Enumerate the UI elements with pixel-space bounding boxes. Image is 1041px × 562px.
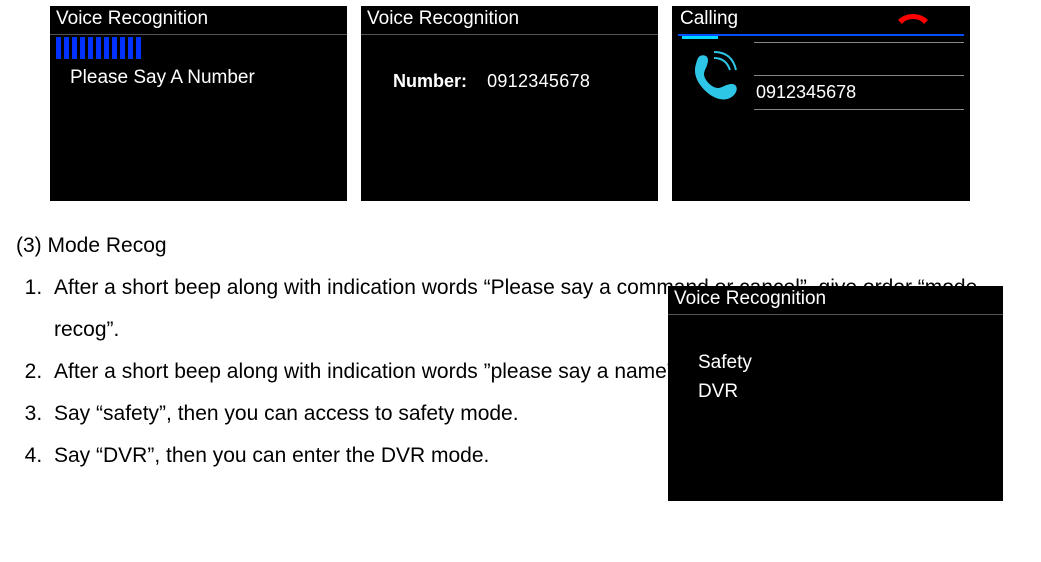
screen-title: Voice Recognition <box>668 286 1003 315</box>
mode-option-safety: Safety <box>698 349 1003 378</box>
number-value: 0912345678 <box>487 71 590 91</box>
calling-screen: Calling 0912345678 <box>672 6 970 201</box>
empty-field <box>754 114 964 138</box>
audio-level-meter-icon <box>56 37 141 59</box>
screenshot-row: Voice Recognition Please Say A Number Vo… <box>0 0 1041 201</box>
action-button[interactable] <box>754 146 804 174</box>
phone-icon <box>686 50 742 106</box>
voice-recognition-screen-mode: Voice Recognition Safety DVR <box>668 286 1003 501</box>
number-label: Number: <box>393 71 467 91</box>
inset-screenshot-holder: Voice Recognition Safety DVR <box>668 286 1003 501</box>
section-heading: (3) Mode Recog <box>10 225 1020 267</box>
voice-recognition-screen-prompt: Voice Recognition Please Say A Number <box>50 6 347 201</box>
empty-field <box>754 47 964 71</box>
voice-recognition-screen-number: Voice Recognition Number: 0912345678 <box>361 6 658 201</box>
screen-title: Voice Recognition <box>50 6 347 35</box>
screen-title: Voice Recognition <box>361 6 658 35</box>
number-line: Number: 0912345678 <box>361 35 658 92</box>
divider <box>754 42 964 43</box>
mode-option-dvr: DVR <box>698 378 1003 407</box>
call-info-panel: 0912345678 <box>754 42 964 174</box>
calling-number: 0912345678 <box>754 75 964 110</box>
progress-bar <box>678 34 964 36</box>
progress-segment <box>682 36 718 39</box>
mode-options: Safety DVR <box>668 315 1003 406</box>
hangup-icon[interactable] <box>896 10 930 26</box>
prompt-text: Please Say A Number <box>50 59 347 89</box>
page-root: Voice Recognition Please Say A Number Vo… <box>0 0 1041 477</box>
